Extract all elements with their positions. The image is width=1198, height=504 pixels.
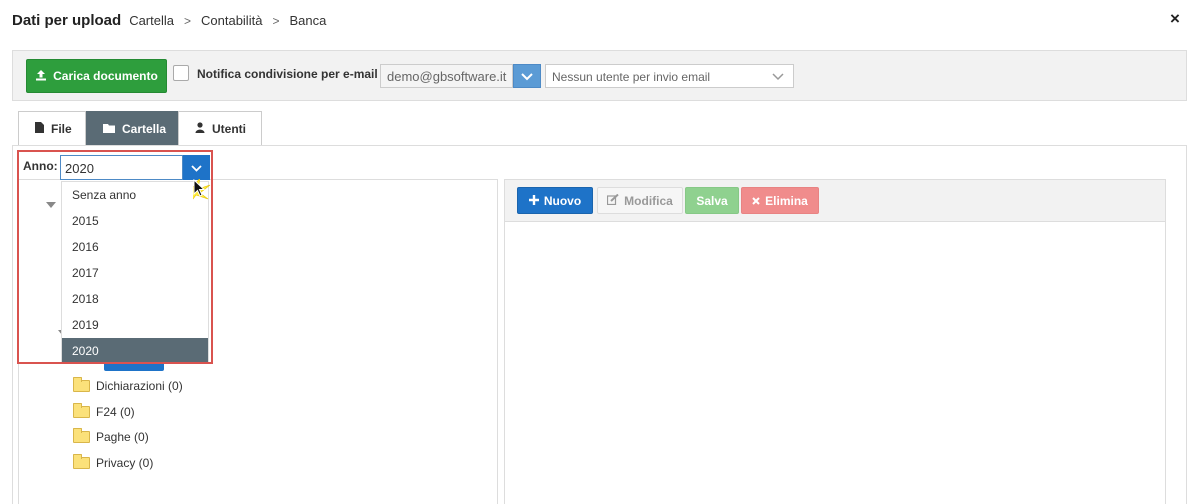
folder-icon: [103, 122, 115, 136]
upload-document-button[interactable]: Carica documento: [26, 59, 167, 93]
year-option[interactable]: 2018: [62, 286, 208, 312]
edit-icon: [607, 193, 619, 208]
close-icon: [752, 194, 760, 208]
year-select[interactable]: 2020: [60, 155, 183, 180]
year-label: Anno:: [23, 159, 58, 173]
tree-folder-item[interactable]: F24 (0): [73, 403, 135, 421]
folder-actions-toolbar: Nuovo Modifica Salva Elimina: [504, 179, 1166, 222]
year-dropdown-button[interactable]: [183, 155, 210, 180]
tree-folder-label: Dichiarazioni (0): [96, 379, 183, 393]
notify-label: Notifica condivisione per e-mail: [197, 67, 378, 81]
folder-detail-area: [504, 222, 1166, 504]
chevron-down-icon: [521, 69, 533, 84]
plus-icon: [528, 194, 539, 208]
chevron-down-icon: [191, 160, 202, 175]
upload-toolbar: Carica documento Notifica condivisione p…: [12, 50, 1187, 101]
year-option[interactable]: 2017: [62, 260, 208, 286]
breadcrumb-item-banca[interactable]: Banca: [289, 13, 326, 28]
breadcrumb-item-cartella[interactable]: Cartella: [129, 13, 174, 28]
tab-cartella-label: Cartella: [122, 121, 167, 136]
tree-folder-item[interactable]: Dichiarazioni (0): [73, 377, 183, 395]
save-folder-button[interactable]: Salva: [685, 187, 739, 214]
tab-bar: File Cartella Utenti: [18, 111, 262, 145]
folder-icon: [73, 428, 90, 443]
tree-folder-item[interactable]: Paghe (0): [73, 428, 149, 446]
new-folder-label: Nuovo: [543, 193, 582, 208]
dialog-title: Dati per upload: [12, 12, 122, 29]
save-folder-label: Salva: [696, 193, 728, 208]
sender-email-dropdown-button[interactable]: [513, 64, 541, 88]
tab-file[interactable]: File: [18, 111, 86, 145]
mouse-cursor-icon: [179, 177, 221, 206]
year-option[interactable]: Senza anno: [62, 182, 208, 208]
year-option[interactable]: 2019: [62, 312, 208, 338]
folder-icon: [73, 403, 90, 418]
tree-selected-node[interactable]: [104, 363, 164, 371]
folder-icon: [73, 454, 90, 469]
tree-folder-label: F24 (0): [96, 405, 135, 419]
upload-document-label: Carica documento: [53, 69, 158, 83]
chevron-down-icon: [772, 70, 784, 84]
upload-icon: [35, 69, 47, 84]
edit-folder-label: Modifica: [624, 193, 673, 208]
year-option[interactable]: 2016: [62, 234, 208, 260]
year-option[interactable]: 2015: [62, 208, 208, 234]
new-folder-button[interactable]: Nuovo: [517, 187, 593, 214]
tab-utenti[interactable]: Utenti: [178, 111, 262, 145]
breadcrumb-item-contabilita[interactable]: Contabilità: [201, 13, 262, 28]
user-icon: [195, 121, 205, 136]
file-icon: [35, 121, 44, 136]
tab-cartella[interactable]: Cartella: [86, 111, 178, 145]
tree-expand-icon[interactable]: [46, 202, 56, 208]
tab-file-label: File: [51, 121, 72, 136]
email-recipient-placeholder: Nessun utente per invio email: [552, 70, 711, 84]
delete-folder-label: Elimina: [765, 193, 808, 208]
delete-folder-button[interactable]: Elimina: [741, 187, 819, 214]
breadcrumb-separator: >: [272, 14, 280, 28]
notify-checkbox[interactable]: [173, 65, 189, 81]
tab-utenti-label: Utenti: [212, 121, 246, 136]
edit-folder-button[interactable]: Modifica: [597, 187, 683, 214]
dialog-header: Dati per upload Cartella > Contabilità >…: [12, 12, 326, 34]
folder-icon: [73, 377, 90, 392]
breadcrumb-separator: >: [183, 14, 191, 28]
year-option-selected[interactable]: 2020: [62, 338, 208, 364]
tree-folder-item[interactable]: Privacy (0): [73, 454, 153, 472]
close-icon[interactable]: ×: [1170, 9, 1180, 29]
tree-folder-label: Paghe (0): [96, 430, 149, 444]
tree-folder-label: Privacy (0): [96, 456, 154, 470]
year-dropdown-list: Senza anno 2015 2016 2017 2018 2019 2020: [61, 181, 209, 364]
email-recipient-select[interactable]: Nessun utente per invio email: [545, 64, 794, 88]
sender-email-field[interactable]: demo@gbsoftware.it: [380, 64, 513, 88]
